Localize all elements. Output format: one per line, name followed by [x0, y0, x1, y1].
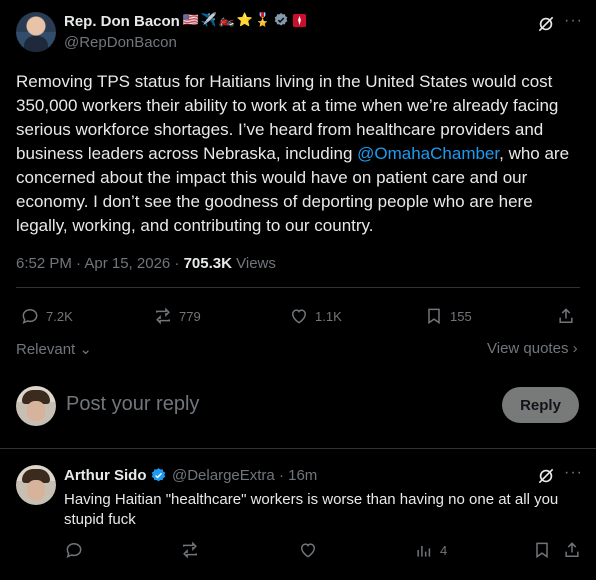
- bookmark-action[interactable]: 155: [424, 306, 472, 326]
- separator-dot: ·: [274, 467, 289, 484]
- medal-badge: 🎖️: [254, 12, 272, 27]
- reply-count: 7.2K: [46, 308, 73, 324]
- airplane-badge: ✈️: [200, 12, 218, 27]
- views-count: 705.3K: [183, 255, 232, 272]
- reply-icon: [22, 308, 38, 325]
- sort-relevant-dropdown[interactable]: Relevant ⌄: [16, 340, 92, 358]
- reply-like-action[interactable]: [298, 540, 318, 560]
- repost-count: 779: [179, 308, 201, 324]
- reply-reply-action[interactable]: [64, 540, 84, 560]
- repost-icon: [156, 307, 170, 325]
- grok-icon[interactable]: [536, 14, 556, 34]
- reply-share-action[interactable]: [562, 540, 582, 560]
- motorcycle-badge: 🏍️: [218, 12, 236, 27]
- share-icon: [559, 308, 573, 323]
- flag-badge: 🇺🇸: [182, 12, 200, 27]
- author-avatar[interactable]: [16, 12, 56, 52]
- share-icon: [565, 542, 579, 557]
- mention-link[interactable]: @OmahaChamber: [357, 144, 499, 163]
- tweet-time[interactable]: 6:52 PM · Apr 15, 2026 ·: [16, 255, 184, 272]
- share-action[interactable]: [556, 306, 576, 326]
- view-quotes-link[interactable]: View quotes ›: [487, 340, 578, 357]
- gray-verified-icon: [273, 12, 289, 28]
- reply-bookmark-action[interactable]: [532, 540, 552, 560]
- bookmark-icon: [536, 542, 548, 559]
- bookmark-icon: [428, 308, 440, 325]
- chevron-right-icon: ›: [568, 340, 578, 357]
- view-quotes-label: View quotes: [487, 340, 569, 357]
- reply-icon: [66, 542, 82, 559]
- like-action[interactable]: 1.1K: [289, 306, 342, 326]
- affiliation-icon[interactable]: [291, 12, 307, 28]
- reply-time[interactable]: 16m: [288, 467, 317, 484]
- author-badges: 🇺🇸 ✈️ 🏍️ ⭐ 🎖️: [183, 12, 307, 28]
- reply-button[interactable]: Reply: [502, 387, 579, 423]
- bookmark-count: 155: [450, 308, 472, 324]
- tweet-meta: 6:52 PM · Apr 15, 2026 · 705.3K Views: [16, 255, 276, 272]
- author-name[interactable]: Rep. Don Bacon: [64, 13, 180, 30]
- author-handle[interactable]: @RepDonBacon: [64, 34, 177, 51]
- reply-more-options-icon[interactable]: ···: [564, 464, 583, 482]
- more-options-icon[interactable]: ···: [564, 12, 583, 30]
- reply-action[interactable]: 7.2K: [20, 306, 73, 326]
- like-count: 1.1K: [315, 308, 342, 324]
- heart-icon: [300, 543, 316, 558]
- verified-icon: [150, 467, 167, 484]
- sort-relevant-label: Relevant: [16, 341, 76, 358]
- reply-author-avatar[interactable]: [16, 465, 56, 505]
- reply-text: Having Haitian "healthcare" workers is w…: [64, 491, 559, 528]
- reply-views-action[interactable]: 4: [414, 540, 447, 560]
- reply-input[interactable]: Post your reply: [66, 393, 199, 416]
- reply-author-name[interactable]: Arthur Sido: [64, 467, 147, 484]
- reply-views-count: 4: [440, 542, 448, 558]
- star-badge: ⭐: [236, 12, 254, 27]
- reply-author-handle-time[interactable]: @DelargeExtra · 16m: [172, 467, 317, 484]
- repost-icon: [183, 541, 197, 559]
- chevron-down-icon: ⌄: [75, 341, 92, 358]
- views-icon: [417, 545, 431, 557]
- repost-action[interactable]: 779: [153, 306, 201, 326]
- divider: [16, 287, 580, 288]
- tweet-text: Removing TPS status for Haitians living …: [16, 70, 584, 238]
- reply-grok-icon[interactable]: [536, 466, 556, 486]
- composer-avatar[interactable]: [16, 386, 56, 426]
- divider: [0, 448, 596, 449]
- reply-repost-action[interactable]: [180, 540, 200, 560]
- heart-icon: [291, 309, 307, 324]
- views-label: Views: [231, 255, 276, 272]
- reply-handle[interactable]: @DelargeExtra: [172, 467, 275, 484]
